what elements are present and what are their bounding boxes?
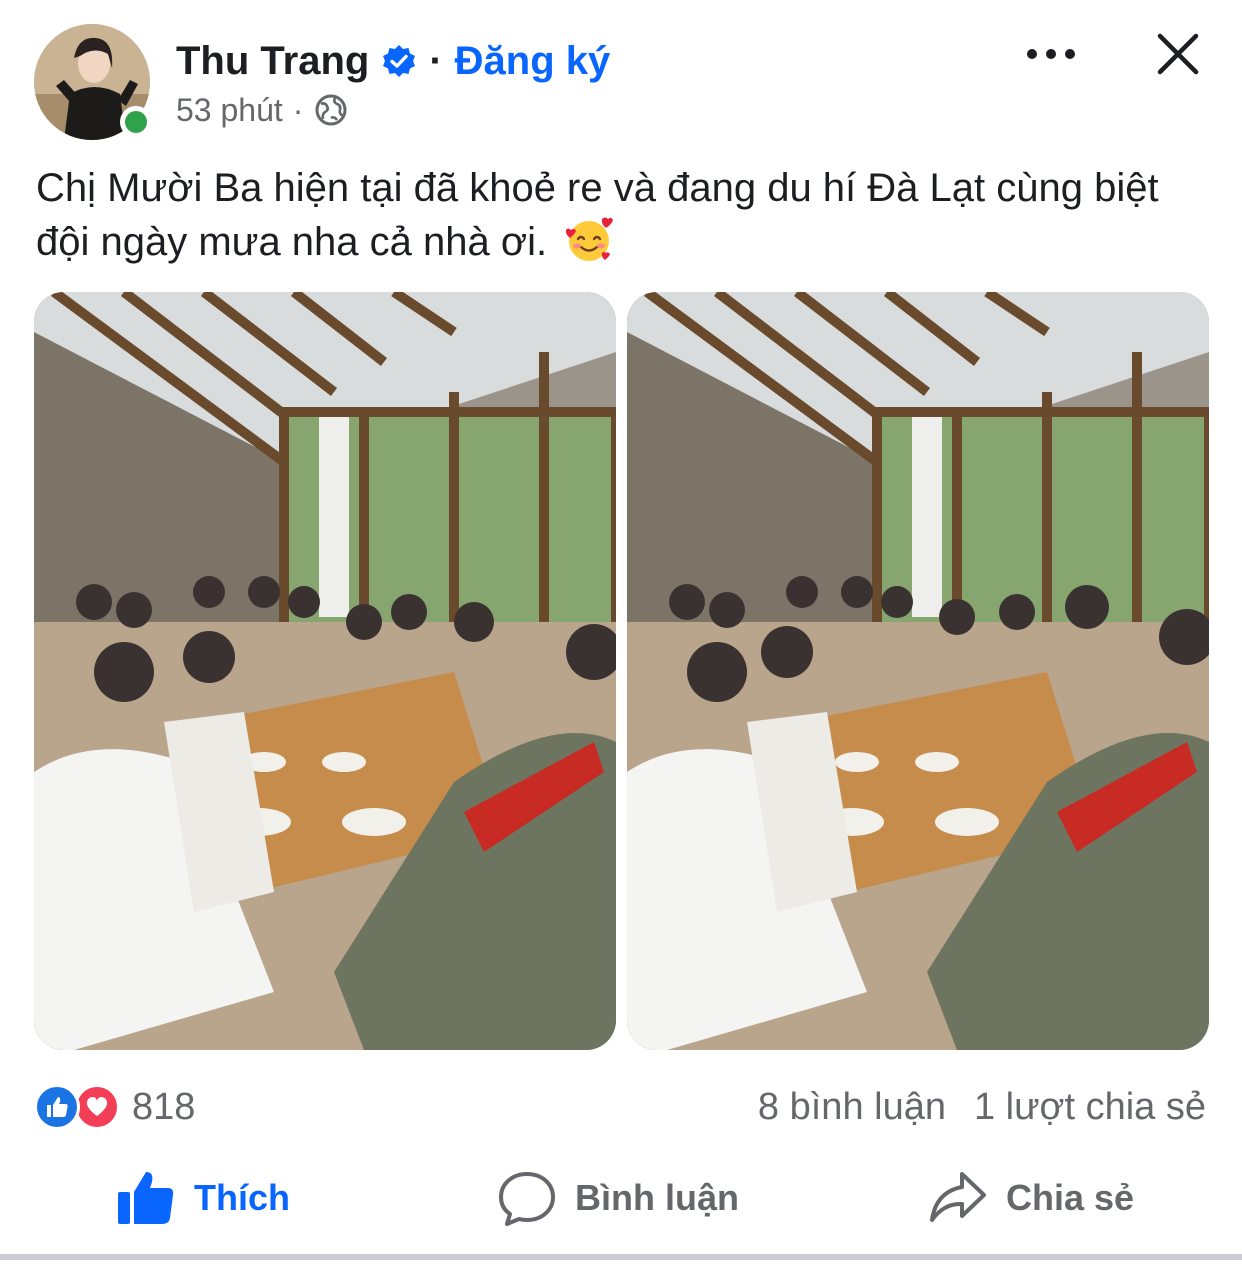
meta-separator: · [292,91,304,128]
author-avatar[interactable] [34,24,152,140]
globe-icon[interactable] [313,92,349,128]
comment-label: Bình luận [575,1177,739,1218]
post-photo-1[interactable] [34,292,616,1050]
group-photo-image [34,292,616,1050]
love-reaction-icon [74,1084,120,1130]
author-row: Thu Trang · Đăng ký [176,36,610,86]
bottom-divider [0,1254,1242,1260]
more-dots-icon [1027,49,1075,59]
comment-bubble-icon [497,1168,557,1228]
verified-badge-icon [381,43,417,79]
post-stats: 818 8 bình luận 1 lượt chia sẻ [34,1078,1206,1134]
post-header: Thu Trang · Đăng ký 53 phút · [0,0,1242,150]
comment-button[interactable]: Bình luận [497,1160,739,1236]
share-button[interactable]: Chia sẻ [928,1160,1134,1236]
post-time[interactable]: 53 phút [176,92,283,129]
close-button[interactable] [1148,24,1208,84]
smiling-face-with-hearts-icon [564,215,614,265]
thumbs-up-icon [116,1168,176,1228]
engagement-counts: 8 bình luận 1 lượt chia sẻ [758,1082,1206,1132]
like-label: Thích [194,1177,290,1218]
share-label: Chia sẻ [1006,1177,1135,1218]
follow-button[interactable]: Đăng ký [455,39,611,84]
like-reaction-icon [34,1084,80,1130]
close-icon [1157,33,1199,75]
author-name[interactable]: Thu Trang [176,39,369,84]
share-arrow-icon [928,1168,988,1228]
separator-dot: · [429,38,443,83]
group-photo-image [627,292,1209,1050]
post-action-bar: Thích Bình luận Chia sẻ [0,1160,1242,1236]
online-status-dot [120,106,152,138]
comment-count[interactable]: 8 bình luận [758,1086,946,1129]
share-count[interactable]: 1 lượt chia sẻ [974,1086,1206,1129]
more-options-button[interactable] [1018,30,1084,78]
like-button[interactable]: Thích [116,1160,290,1236]
reactions-summary[interactable]: 818 [34,1082,195,1132]
reaction-count: 818 [132,1085,196,1128]
post-text-block: Chị Mười Ba hiện tại đã khoẻ re và đang … [36,162,1206,269]
post-meta: 53 phút · [176,90,349,130]
post-photo-2[interactable] [627,292,1209,1050]
